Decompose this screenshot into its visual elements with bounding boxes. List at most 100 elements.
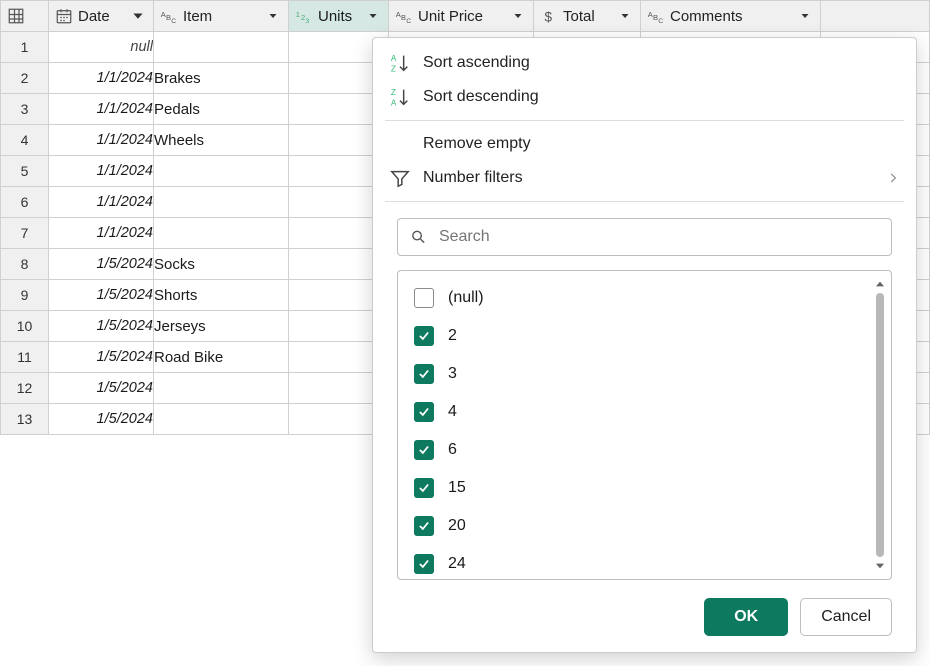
scrollbar[interactable] — [873, 277, 887, 573]
scrollbar-thumb[interactable] — [876, 293, 884, 557]
checkbox[interactable] — [414, 402, 434, 422]
cell-item[interactable] — [154, 404, 289, 435]
number-filters-item[interactable]: Number filters — [373, 161, 916, 195]
cell-item[interactable] — [154, 156, 289, 187]
cell-item[interactable]: Pedals — [154, 94, 289, 125]
menu-separator — [385, 201, 904, 202]
column-header-units[interactable]: 123 Units — [289, 1, 389, 32]
svg-text:C: C — [406, 18, 411, 25]
cell-item[interactable]: Brakes — [154, 63, 289, 94]
row-number[interactable]: 1 — [1, 32, 49, 63]
checkbox[interactable] — [414, 288, 434, 308]
row-number[interactable]: 4 — [1, 125, 49, 156]
column-filter-button[interactable] — [616, 8, 634, 24]
table-icon — [7, 7, 25, 25]
menu-label: Remove empty — [423, 135, 531, 153]
number-type-icon: 123 — [295, 7, 313, 25]
cell-item[interactable]: Road Bike — [154, 342, 289, 373]
cell-date[interactable]: 1/1/2024 — [49, 156, 154, 187]
check-icon — [417, 519, 431, 533]
row-number[interactable]: 11 — [1, 342, 49, 373]
checkbox[interactable] — [414, 516, 434, 536]
cell-date[interactable]: 1/1/2024 — [49, 218, 154, 249]
filter-icon — [389, 167, 411, 189]
svg-text:C: C — [171, 18, 176, 25]
corner-cell[interactable] — [1, 1, 49, 32]
scroll-up-icon[interactable] — [873, 277, 887, 291]
filter-search[interactable] — [397, 218, 892, 256]
column-header-date[interactable]: Date — [49, 1, 154, 32]
row-number[interactable]: 5 — [1, 156, 49, 187]
cell-date[interactable]: null — [49, 32, 154, 63]
filter-value-item[interactable]: 15 — [406, 469, 871, 507]
chevron-down-icon — [512, 10, 524, 22]
row-number[interactable]: 7 — [1, 218, 49, 249]
column-filter-button[interactable] — [509, 8, 527, 24]
column-label: Total — [563, 8, 611, 25]
checkbox[interactable] — [414, 440, 434, 460]
filter-value-item[interactable]: 3 — [406, 355, 871, 393]
svg-text:A: A — [161, 10, 166, 19]
column-header-item[interactable]: ABC Item — [154, 1, 289, 32]
scroll-down-icon[interactable] — [873, 559, 887, 573]
cell-date[interactable]: 1/5/2024 — [49, 311, 154, 342]
column-filter-button[interactable] — [129, 8, 147, 24]
calendar-icon — [55, 7, 73, 25]
filter-value-item[interactable]: (null) — [406, 279, 871, 317]
cell-item[interactable] — [154, 218, 289, 249]
filter-value-item[interactable]: 20 — [406, 507, 871, 545]
column-header-comments[interactable]: ABC Comments — [641, 1, 821, 32]
sort-descending-item[interactable]: ZA Sort descending — [373, 80, 916, 114]
chevron-right-icon — [886, 171, 900, 185]
cell-item[interactable]: Wheels — [154, 125, 289, 156]
cell-date[interactable]: 1/1/2024 — [49, 63, 154, 94]
cell-item[interactable]: Jerseys — [154, 311, 289, 342]
column-filter-button[interactable] — [796, 8, 814, 24]
check-icon — [417, 329, 431, 343]
cell-item[interactable] — [154, 373, 289, 404]
ok-button[interactable]: OK — [704, 598, 788, 636]
column-header-padding — [821, 1, 930, 32]
column-filter-button[interactable] — [264, 8, 282, 24]
checkbox[interactable] — [414, 478, 434, 498]
filter-value-item[interactable]: 4 — [406, 393, 871, 431]
row-number[interactable]: 12 — [1, 373, 49, 404]
svg-text:B: B — [401, 13, 406, 22]
cell-item[interactable]: Socks — [154, 249, 289, 280]
row-number[interactable]: 6 — [1, 187, 49, 218]
cell-item[interactable]: Shorts — [154, 280, 289, 311]
filter-value-item[interactable]: 2 — [406, 317, 871, 355]
cell-date[interactable]: 1/5/2024 — [49, 280, 154, 311]
sort-ascending-item[interactable]: AZ Sort ascending — [373, 46, 916, 80]
cell-date[interactable]: 1/1/2024 — [49, 94, 154, 125]
cell-date[interactable]: 1/1/2024 — [49, 187, 154, 218]
checkbox[interactable] — [414, 364, 434, 384]
cancel-button[interactable]: Cancel — [800, 598, 892, 636]
row-number[interactable]: 8 — [1, 249, 49, 280]
cell-item[interactable] — [154, 187, 289, 218]
chevron-down-icon — [132, 10, 144, 22]
cell-date[interactable]: 1/5/2024 — [49, 249, 154, 280]
remove-empty-item[interactable]: Remove empty — [373, 127, 916, 161]
row-number[interactable]: 3 — [1, 94, 49, 125]
cell-date[interactable]: 1/1/2024 — [49, 125, 154, 156]
row-number[interactable]: 2 — [1, 63, 49, 94]
cell-date[interactable]: 1/5/2024 — [49, 342, 154, 373]
menu-separator — [385, 120, 904, 121]
row-number[interactable]: 9 — [1, 280, 49, 311]
checkbox[interactable] — [414, 326, 434, 346]
filter-value-item[interactable]: 6 — [406, 431, 871, 469]
filter-value-label: 4 — [448, 403, 457, 421]
column-header-unit-price[interactable]: ABC Unit Price — [389, 1, 534, 32]
column-header-total[interactable]: $ Total — [534, 1, 641, 32]
cell-date[interactable]: 1/5/2024 — [49, 373, 154, 404]
check-icon — [417, 367, 431, 381]
checkbox[interactable] — [414, 554, 434, 574]
filter-search-input[interactable] — [437, 227, 879, 247]
row-number[interactable]: 13 — [1, 404, 49, 435]
cell-date[interactable]: 1/5/2024 — [49, 404, 154, 435]
cell-item[interactable] — [154, 32, 289, 63]
column-filter-button[interactable] — [364, 8, 382, 24]
filter-value-item[interactable]: 24 — [406, 545, 871, 583]
row-number[interactable]: 10 — [1, 311, 49, 342]
